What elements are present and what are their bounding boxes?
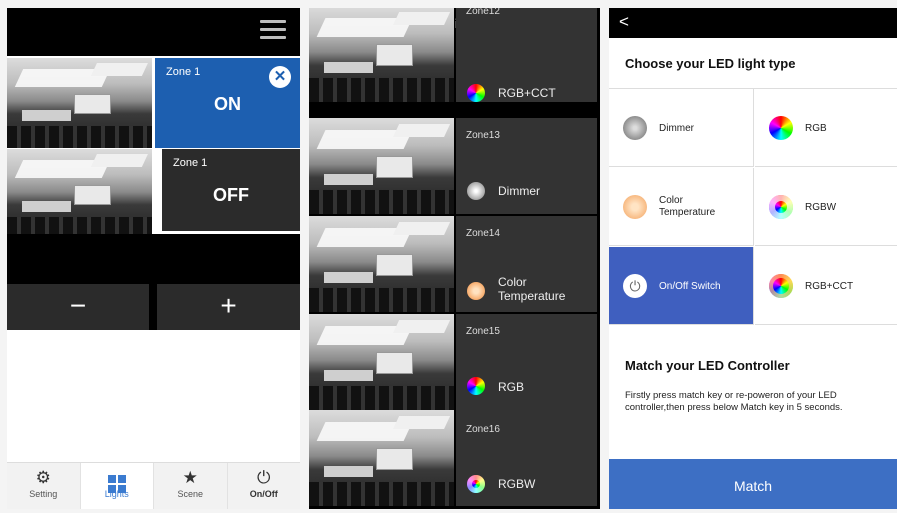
top-bar: < xyxy=(609,8,897,38)
tab-label: On/Off xyxy=(249,489,278,499)
zone-name: Zone15 xyxy=(466,326,500,337)
type-label: Color Temperature xyxy=(659,195,716,218)
light-type: Color Temperature xyxy=(498,275,566,303)
rgbw-icon xyxy=(769,195,793,219)
type-label: RGBW xyxy=(805,202,837,213)
dimmer-icon xyxy=(467,182,485,200)
type-option-dimmer[interactable]: Dimmer xyxy=(609,89,754,167)
rgbw-icon xyxy=(467,475,485,493)
increase-button[interactable]: + xyxy=(157,284,300,330)
type-label: On/Off Switch xyxy=(659,281,721,292)
section-heading: Match your LED Controller xyxy=(625,358,790,373)
decrease-button[interactable]: − xyxy=(7,284,149,330)
type-label: RGB+CCT xyxy=(805,281,854,292)
rgbcct-icon xyxy=(467,84,485,102)
zone-image[interactable] xyxy=(7,58,152,148)
rgb-icon xyxy=(467,377,485,395)
power-icon: ⏻ xyxy=(257,468,271,487)
top-bar xyxy=(7,8,300,56)
edit-lights-screen: < Edit lights Zone12 RGB+CCT Zone13 Dimm… xyxy=(309,8,600,509)
match-button[interactable]: Match xyxy=(609,459,897,509)
type-label: RGB xyxy=(805,123,827,134)
list-item[interactable]: Zone13 Dimmer xyxy=(309,118,600,214)
color-temperature-icon xyxy=(623,195,647,219)
list-item[interactable]: Zone12 RGB+CCT xyxy=(309,8,600,102)
close-icon[interactable]: ✕ xyxy=(269,66,291,88)
color-temperature-icon xyxy=(467,282,485,300)
zone-name: Zone 1 xyxy=(166,66,201,78)
rgb-icon xyxy=(769,116,793,140)
tab-onoff[interactable]: ⏻ On/Off xyxy=(228,463,301,509)
tab-setting[interactable]: ⚙ Setting xyxy=(7,463,81,509)
section-heading: Choose your LED light type xyxy=(625,56,796,71)
grid-icon xyxy=(81,467,154,493)
type-option-color-temperature[interactable]: Color Temperature xyxy=(609,168,754,246)
list-item[interactable]: Zone14 Color Temperature xyxy=(309,216,600,312)
light-type: RGBW xyxy=(498,477,536,491)
rgbcct-icon xyxy=(769,274,793,298)
tab-bar: ⚙ Setting Lights ★ Scene ⏻ On/Off xyxy=(7,462,300,509)
zone-name: Zone16 xyxy=(466,424,500,435)
zone-image[interactable] xyxy=(7,149,152,239)
spacer xyxy=(7,234,300,284)
tab-lights[interactable]: Lights xyxy=(80,463,154,509)
dimmer-icon xyxy=(623,116,647,140)
back-icon[interactable]: < xyxy=(619,12,629,32)
tab-label: Lights xyxy=(104,489,129,499)
zone-state: ON xyxy=(214,94,241,114)
light-type: RGB xyxy=(498,380,525,394)
menu-icon[interactable] xyxy=(260,20,286,40)
list-item[interactable]: Zone16 RGBW xyxy=(309,410,600,506)
zone-tile-on[interactable]: Zone 1 ✕ ON xyxy=(155,58,300,148)
type-option-rgbw[interactable]: RGBW xyxy=(755,168,897,246)
zone-state: OFF xyxy=(213,185,249,205)
light-type-screen: < Choose your LED light type Dimmer RGB … xyxy=(609,8,897,509)
zone-name: Zone 1 xyxy=(173,157,208,169)
power-icon: ⏻ xyxy=(623,274,647,298)
type-option-rgb[interactable]: RGB xyxy=(755,89,897,167)
tab-label: Scene xyxy=(177,489,204,499)
type-label: Dimmer xyxy=(659,123,694,134)
zone-name: Zone12 xyxy=(466,8,500,17)
gear-icon: ⚙ xyxy=(35,468,51,487)
zone-tile-off[interactable]: Zone 1 OFF xyxy=(162,149,300,231)
zone-name: Zone13 xyxy=(466,130,500,141)
tab-label: Setting xyxy=(29,489,58,499)
match-instructions: Firstly press match key or re-poweron of… xyxy=(625,390,843,413)
star-icon: ★ xyxy=(182,468,198,487)
light-type: RGB+CCT xyxy=(498,86,556,100)
zone-name: Zone14 xyxy=(466,228,500,239)
light-type: Dimmer xyxy=(498,184,540,198)
type-option-on-off-switch[interactable]: ⏻ On/Off Switch xyxy=(609,247,754,325)
lights-screen: Zone 1 ✕ ON Zone 1 OFF − + ⚙ Setting Lig… xyxy=(7,8,300,509)
type-option-rgb-cct[interactable]: RGB+CCT xyxy=(755,247,897,325)
tab-scene[interactable]: ★ Scene xyxy=(154,463,228,509)
list-item[interactable]: Zone15 RGB xyxy=(309,314,600,410)
